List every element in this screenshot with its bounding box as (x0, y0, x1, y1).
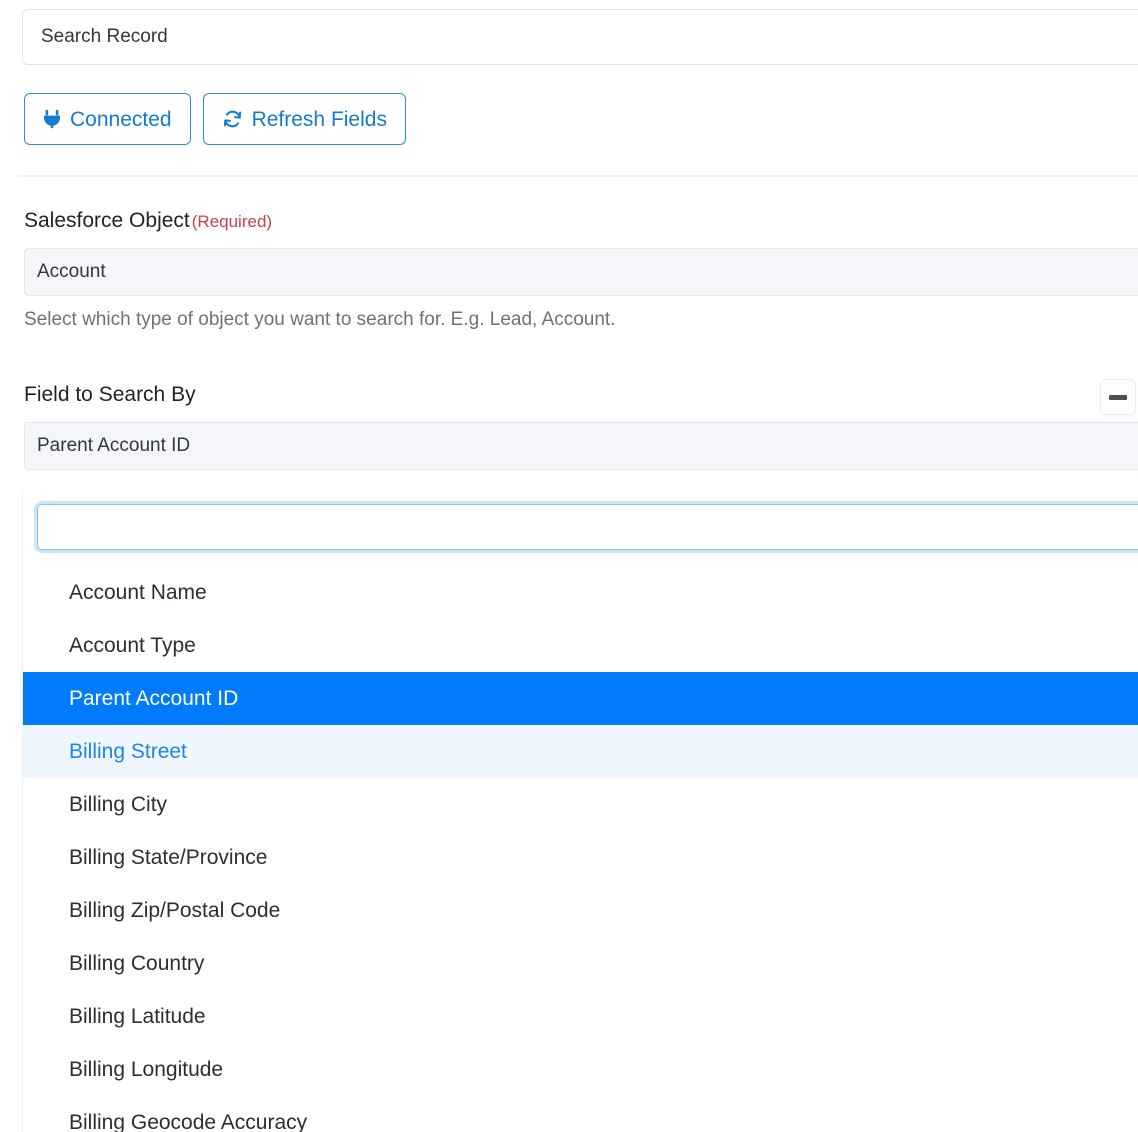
dropdown-option-selected[interactable]: Parent Account ID (23, 672, 1138, 725)
field-options-dropdown: Account Name Account Type Parent Account… (22, 490, 1138, 1132)
refresh-fields-button[interactable]: Refresh Fields (202, 93, 406, 145)
dropdown-option[interactable]: Billing State/Province (23, 831, 1138, 884)
field-to-search-by-select-value: Parent Account ID (37, 435, 191, 457)
field-to-search-by-group: Field to Search By Parent Account ID (0, 382, 1138, 471)
dropdown-option-list: Account Name Account Type Parent Account… (23, 566, 1138, 1132)
required-badge: (Required) (191, 212, 273, 231)
plug-icon (43, 109, 61, 129)
field-to-search-by-select[interactable]: Parent Account ID (24, 422, 1138, 471)
refresh-fields-button-label: Refresh Fields (251, 107, 387, 131)
dropdown-option[interactable]: Billing Geocode Accuracy (23, 1096, 1138, 1132)
connected-button-label: Connected (70, 107, 172, 131)
salesforce-object-label: Salesforce Object (Required) (0, 208, 1138, 233)
connected-button[interactable]: Connected (24, 93, 191, 145)
salesforce-object-label-text: Salesforce Object (24, 209, 190, 232)
field-to-search-by-label-text: Field to Search By (24, 383, 196, 406)
dropdown-option[interactable]: Billing Zip/Postal Code (23, 884, 1138, 937)
salesforce-object-select[interactable]: Account (24, 248, 1138, 297)
dropdown-option[interactable]: Billing Longitude (23, 1043, 1138, 1096)
minus-icon (1109, 394, 1127, 400)
dropdown-search-input[interactable] (37, 504, 1138, 550)
dropdown-option[interactable]: Billing City (23, 778, 1138, 831)
section-divider (18, 175, 1138, 177)
search-record-field-wrapper (22, 9, 1138, 65)
dropdown-search-wrapper (23, 490, 1138, 560)
salesforce-object-group: Salesforce Object (Required) Account Sel… (0, 208, 1138, 333)
collapse-section-button[interactable] (1100, 379, 1136, 415)
field-to-search-by-label: Field to Search By (0, 382, 1138, 407)
dropdown-option[interactable]: Account Type (23, 619, 1138, 672)
salesforce-search-record-panel: Connected Refresh Fields Salesforce Obje… (0, 0, 1138, 1132)
search-record-input[interactable] (22, 9, 1138, 65)
dropdown-option[interactable]: Billing Latitude (23, 990, 1138, 1043)
dropdown-option[interactable]: Billing Country (23, 937, 1138, 990)
salesforce-object-help-text: Select which type of object you want to … (24, 309, 616, 331)
dropdown-option-hovered[interactable]: Billing Street (23, 725, 1138, 778)
action-button-row: Connected Refresh Fields (24, 93, 406, 145)
refresh-icon (222, 109, 243, 129)
dropdown-option[interactable]: Account Name (23, 566, 1138, 619)
salesforce-object-select-value: Account (37, 261, 106, 283)
